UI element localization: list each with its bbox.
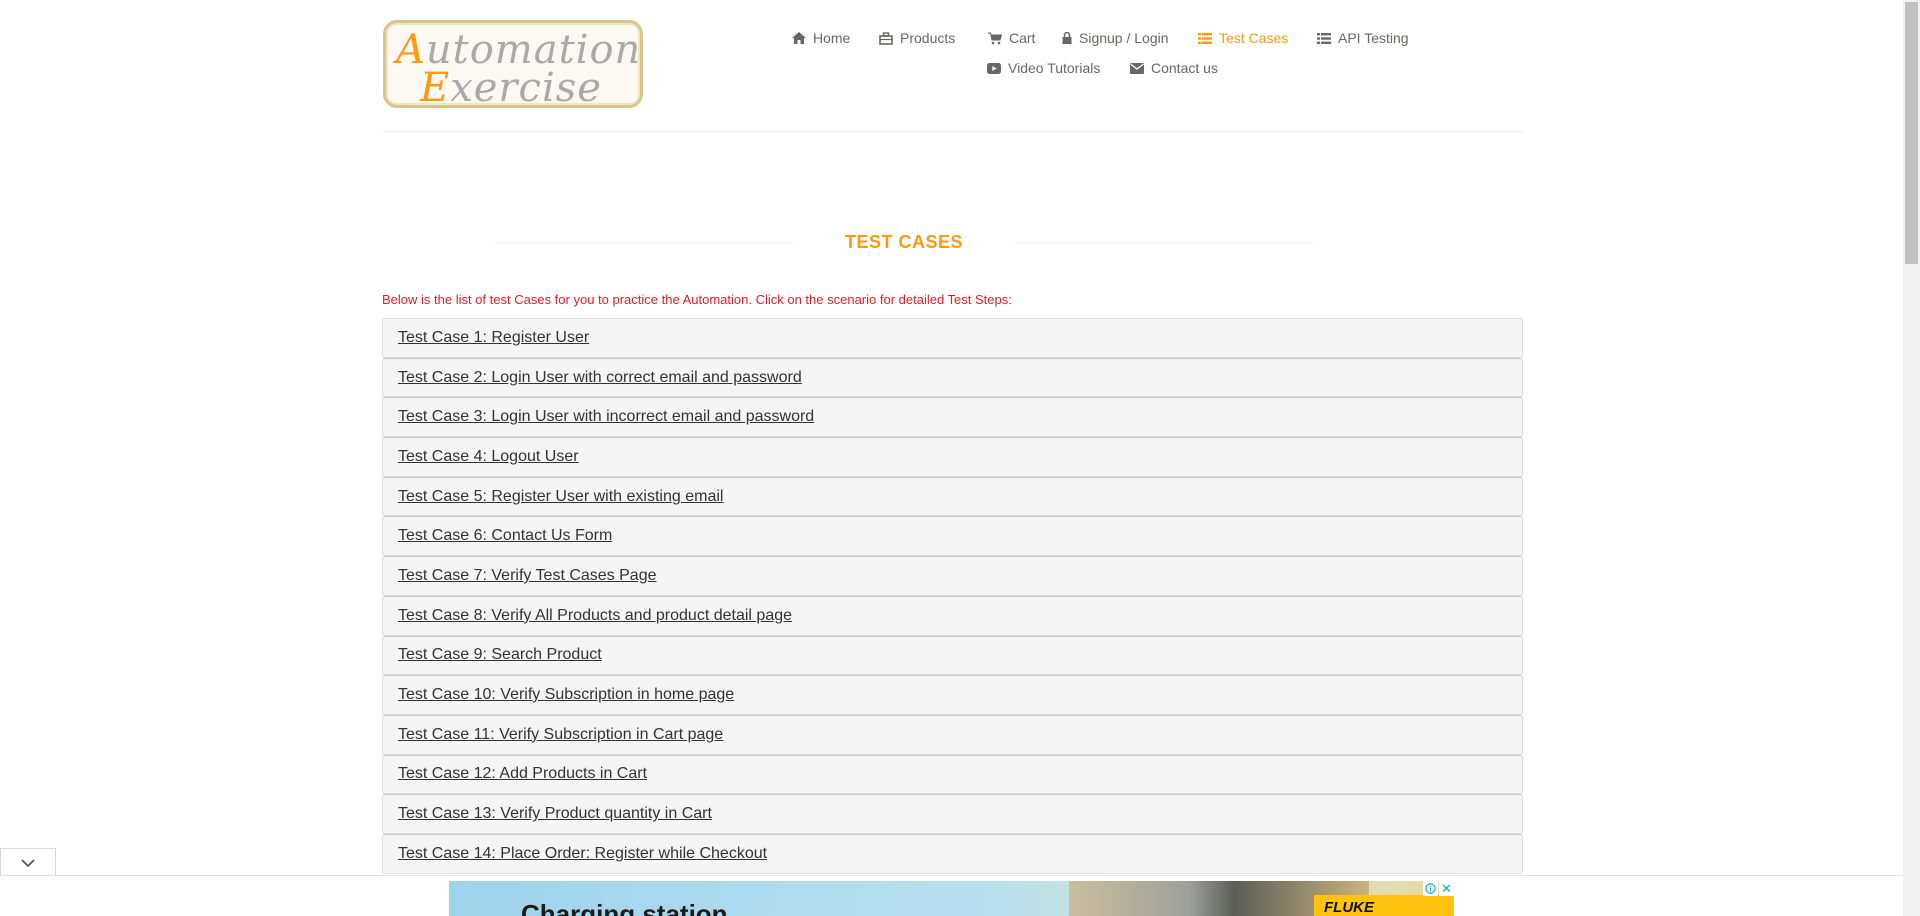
scrollbar-thumb[interactable] bbox=[1905, 2, 1918, 264]
nav-video-tutorials[interactable]: Video Tutorials bbox=[987, 60, 1100, 76]
test-case-link[interactable]: Test Case 10: Verify Subscription in hom… bbox=[398, 686, 734, 704]
nav-products-label: Products bbox=[900, 30, 956, 46]
title-divider-left bbox=[494, 242, 794, 243]
nav-home[interactable]: Home bbox=[792, 30, 850, 46]
ad-brand-logo: FLUKE bbox=[1314, 895, 1454, 916]
ad-bar: Charging station FLUKE ✕ bbox=[0, 875, 1903, 916]
test-case-link[interactable]: Test Case 8: Verify All Products and pro… bbox=[398, 607, 792, 625]
page: Automation Exercise Home Products Cart S… bbox=[0, 0, 1920, 916]
nav-home-label: Home bbox=[813, 30, 851, 46]
test-case-link[interactable]: Test Case 2: Login User with correct ema… bbox=[398, 369, 802, 387]
nav-test-cases[interactable]: Test Cases bbox=[1198, 30, 1288, 46]
test-case-row[interactable]: Test Case 10: Verify Subscription in hom… bbox=[382, 675, 1523, 715]
ad-brand-text: FLUKE bbox=[1324, 899, 1374, 916]
test-case-link[interactable]: Test Case 6: Contact Us Form bbox=[398, 527, 612, 545]
section-title-wrap: TEST CASES bbox=[494, 228, 1314, 256]
test-case-row[interactable]: Test Case 14: Place Order: Register whil… bbox=[382, 833, 1523, 874]
nav-test-cases-label: Test Cases bbox=[1219, 30, 1289, 46]
nav-api-testing-label: API Testing bbox=[1338, 30, 1409, 46]
nav-api-testing[interactable]: API Testing bbox=[1317, 30, 1409, 46]
test-case-link[interactable]: Test Case 4: Logout User bbox=[398, 448, 579, 466]
test-case-row[interactable]: Test Case 7: Verify Test Cases Page bbox=[382, 556, 1523, 596]
site-logo[interactable]: Automation Exercise bbox=[383, 20, 643, 111]
cart-icon bbox=[988, 32, 1002, 45]
home-icon bbox=[792, 32, 806, 44]
nav-video-tutorials-label: Video Tutorials bbox=[1008, 60, 1101, 76]
test-case-row[interactable]: Test Case 4: Logout User bbox=[382, 437, 1523, 477]
test-case-row[interactable]: Test Case 8: Verify All Products and pro… bbox=[382, 595, 1523, 636]
test-case-link[interactable]: Test Case 13: Verify Product quantity in… bbox=[398, 805, 712, 823]
nav-cart[interactable]: Cart bbox=[988, 30, 1035, 46]
test-case-row[interactable]: Test Case 6: Contact Us Form bbox=[382, 516, 1523, 557]
list-icon bbox=[1198, 32, 1212, 44]
nav-cart-label: Cart bbox=[1009, 30, 1036, 46]
ad-choices-icon[interactable] bbox=[1423, 881, 1438, 896]
test-case-link[interactable]: Test Case 7: Verify Test Cases Page bbox=[398, 567, 657, 585]
lock-icon bbox=[1062, 32, 1072, 44]
nav-signup-login-label: Signup / Login bbox=[1079, 30, 1169, 46]
test-case-row[interactable]: Test Case 12: Add Products in Cart bbox=[382, 754, 1523, 795]
test-case-link[interactable]: Test Case 5: Register User with existing… bbox=[398, 488, 723, 506]
chevron-down-icon bbox=[21, 854, 35, 872]
test-case-link[interactable]: Test Case 3: Login User with incorrect e… bbox=[398, 408, 814, 426]
scrollbar[interactable] bbox=[1903, 0, 1920, 916]
test-case-link[interactable]: Test Case 14: Place Order: Register whil… bbox=[398, 845, 767, 863]
test-case-row[interactable]: Test Case 1: Register User bbox=[382, 318, 1523, 358]
ad-close-button[interactable]: ✕ bbox=[1439, 881, 1454, 896]
youtube-play-icon bbox=[987, 62, 1001, 74]
test-case-row[interactable]: Test Case 11: Verify Subscription in Car… bbox=[382, 714, 1523, 755]
ad-banner[interactable]: Charging station FLUKE ✕ bbox=[449, 881, 1454, 916]
collapse-ad-button[interactable] bbox=[0, 848, 56, 876]
test-case-row[interactable]: Test Case 2: Login User with correct ema… bbox=[382, 357, 1523, 398]
test-case-list: Test Case 1: Register User Test Case 2: L… bbox=[382, 318, 1523, 874]
test-case-link[interactable]: Test Case 9: Search Product bbox=[398, 646, 602, 664]
logo-line-2: Exercise bbox=[420, 65, 602, 111]
intro-text: Below is the list of test Cases for you … bbox=[382, 292, 1012, 307]
nav-contact-us[interactable]: Contact us bbox=[1130, 60, 1218, 76]
nav-signup-login[interactable]: Signup / Login bbox=[1062, 30, 1169, 46]
list-icon bbox=[1317, 32, 1331, 44]
nav-products[interactable]: Products bbox=[879, 30, 955, 46]
main-nav: Home Products Cart Signup / Login Test C… bbox=[782, 24, 1482, 94]
test-case-row[interactable]: Test Case 5: Register User with existing… bbox=[382, 476, 1523, 517]
test-case-link[interactable]: Test Case 12: Add Products in Cart bbox=[398, 765, 647, 783]
test-case-row[interactable]: Test Case 3: Login User with incorrect e… bbox=[382, 397, 1523, 438]
ad-headline: Charging station bbox=[521, 899, 728, 916]
nav-contact-us-label: Contact us bbox=[1151, 60, 1218, 76]
envelope-icon bbox=[1130, 62, 1144, 74]
test-case-link[interactable]: Test Case 1: Register User bbox=[398, 329, 589, 347]
section-title: TEST CASES bbox=[844, 232, 964, 252]
test-case-row[interactable]: Test Case 9: Search Product bbox=[382, 635, 1523, 676]
products-icon bbox=[879, 31, 893, 45]
title-divider-right bbox=[1014, 242, 1314, 243]
site-header: Automation Exercise Home Products Cart S… bbox=[382, 0, 1524, 132]
test-case-link[interactable]: Test Case 11: Verify Subscription in Car… bbox=[398, 726, 723, 744]
test-case-row[interactable]: Test Case 13: Verify Product quantity in… bbox=[382, 794, 1523, 834]
